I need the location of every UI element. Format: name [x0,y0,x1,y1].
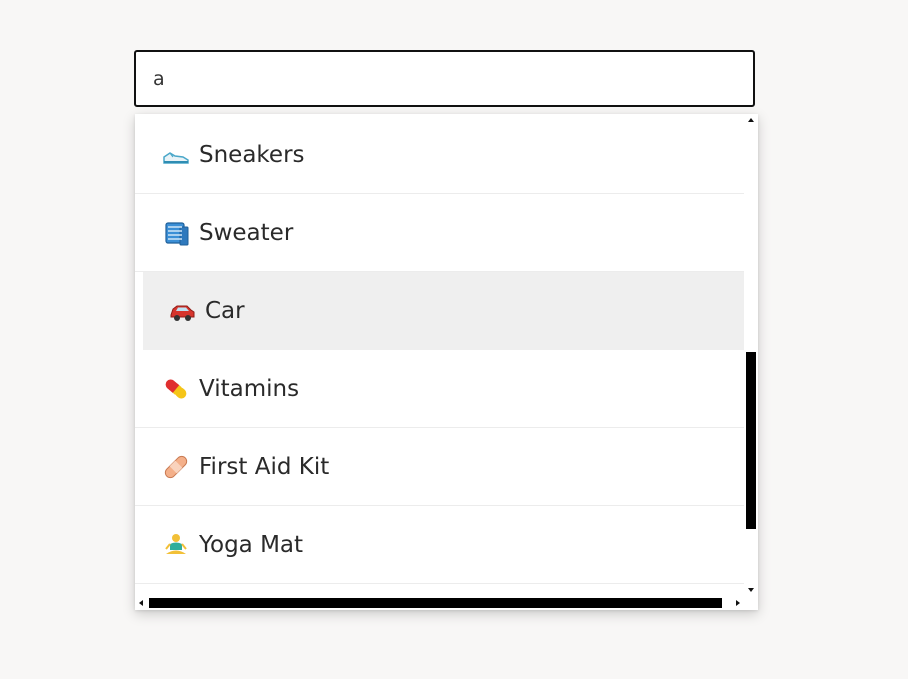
suggestion-label: Vitamins [199,375,300,402]
suggestion-label: Sneakers [199,141,305,168]
suggestion-item-sweater[interactable]: Sweater [135,194,744,272]
search-input[interactable]: a [134,50,755,107]
page: a Sneakers Sweater Car Vitamins First Ai… [0,0,908,679]
scrollbar-corner [744,596,758,610]
suggestion-item-yoga-mat[interactable]: Yoga Mat [135,506,744,584]
scroll-right-arrow-icon[interactable] [736,600,740,606]
suggestion-label: Car [205,298,245,324]
sneaker-icon [161,140,191,170]
bandage-icon [161,452,191,482]
pill-icon [161,374,191,404]
suggestion-item-car[interactable]: Car [143,272,744,350]
suggestion-label: Sweater [199,219,294,246]
scroll-up-arrow-icon[interactable] [748,118,754,122]
vertical-scrollbar[interactable] [744,114,758,596]
horizontal-scrollbar-thumb[interactable] [149,598,722,608]
car-icon [167,296,197,326]
suggestion-item-vitamins[interactable]: Vitamins [135,350,744,428]
search-input-value: a [153,67,165,90]
sweater-icon [161,218,191,248]
suggestion-label: First Aid Kit [199,453,330,480]
scroll-down-arrow-icon[interactable] [748,588,754,592]
autocomplete-dropdown: Sneakers Sweater Car Vitamins First Aid … [135,114,758,610]
scroll-left-arrow-icon[interactable] [139,600,143,606]
yoga-icon [161,530,191,560]
suggestion-item-sneakers[interactable]: Sneakers [135,116,744,194]
suggestion-label: Yoga Mat [199,531,304,558]
suggestion-item-first-aid-kit[interactable]: First Aid Kit [135,428,744,506]
horizontal-scrollbar[interactable] [135,596,744,610]
vertical-scrollbar-thumb[interactable] [746,352,756,529]
suggestion-list: Sneakers Sweater Car Vitamins First Aid … [135,114,744,596]
